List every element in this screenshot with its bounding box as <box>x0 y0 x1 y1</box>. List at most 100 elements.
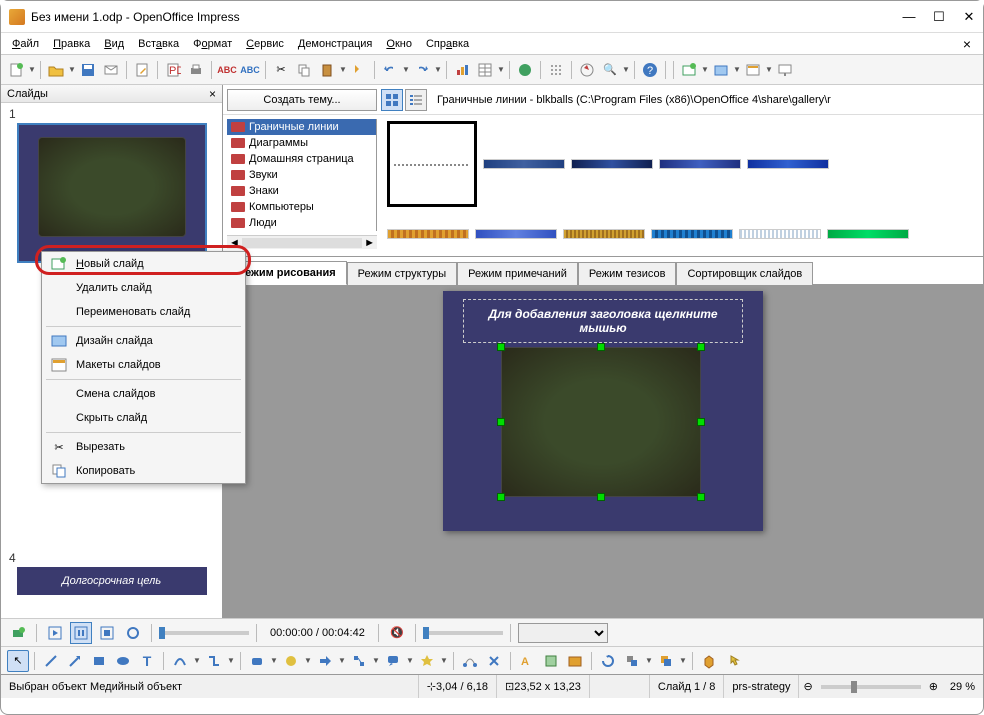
new-doc-dropdown[interactable]: ▼ <box>28 65 36 74</box>
gallery-item[interactable] <box>827 229 909 239</box>
category-border-lines[interactable]: Граничные линии <box>227 119 376 135</box>
category-diagrams[interactable]: Диаграммы <box>227 135 376 151</box>
gallery-item[interactable] <box>659 159 741 169</box>
resize-handle[interactable] <box>497 493 505 501</box>
align-dropdown[interactable]: ▼ <box>645 656 653 665</box>
slide-layout-dropdown[interactable]: ▼ <box>765 65 773 74</box>
ellipse-tool[interactable] <box>112 650 134 672</box>
navigator-button[interactable] <box>576 59 598 81</box>
menu-view[interactable]: Вид <box>97 35 131 53</box>
resize-handle[interactable] <box>497 418 505 426</box>
rotate-tool[interactable] <box>597 650 619 672</box>
save-button[interactable] <box>77 59 99 81</box>
ctx-delete-slide[interactable]: Удалить слайд <box>42 276 245 300</box>
gallery-item[interactable] <box>571 159 653 169</box>
media-pause-button[interactable] <box>70 622 92 644</box>
gallery-item[interactable] <box>483 159 565 169</box>
open-button[interactable] <box>45 59 67 81</box>
menu-tools[interactable]: Сервис <box>239 35 291 53</box>
block-arrows-dropdown[interactable]: ▼ <box>338 656 346 665</box>
slideshow-button[interactable] <box>774 59 796 81</box>
ctx-rename-slide[interactable]: Переименовать слайд <box>42 300 245 324</box>
points-tool[interactable] <box>459 650 481 672</box>
gallery-item[interactable] <box>739 229 821 239</box>
ctx-copy[interactable]: Копировать <box>42 459 245 483</box>
callouts-tool[interactable] <box>382 650 404 672</box>
pdf-export-button[interactable]: PDF <box>162 59 184 81</box>
block-arrows-tool[interactable] <box>314 650 336 672</box>
category-computers[interactable]: Компьютеры <box>227 199 376 215</box>
slide-title-placeholder[interactable]: Для добавления заголовка щелкните мышью <box>463 299 743 343</box>
menu-window[interactable]: Окно <box>379 35 419 53</box>
stars-tool[interactable] <box>416 650 438 672</box>
fontwork-tool[interactable]: A <box>516 650 538 672</box>
arrow-tool[interactable] <box>64 650 86 672</box>
select-tool[interactable]: ↖ <box>7 650 29 672</box>
slide-design-button[interactable] <box>710 59 732 81</box>
tab-handout[interactable]: Режим тезисов <box>578 262 677 285</box>
menu-slideshow[interactable]: Демонстрация <box>291 35 380 53</box>
slide-design-dropdown[interactable]: ▼ <box>733 65 741 74</box>
category-sounds[interactable]: Звуки <box>227 167 376 183</box>
category-scrollbar[interactable]: ◄► <box>227 235 377 249</box>
resize-handle[interactable] <box>697 493 705 501</box>
copy-button[interactable] <box>293 59 315 81</box>
menu-insert[interactable]: Вставка <box>131 35 186 53</box>
gallery-item[interactable] <box>387 229 469 239</box>
zoom-percent[interactable]: 29 % <box>942 675 983 698</box>
callouts-dropdown[interactable]: ▼ <box>406 656 414 665</box>
insert-slide-button[interactable] <box>678 59 700 81</box>
gallery-item-selected[interactable] <box>387 121 477 207</box>
category-signs[interactable]: Знаки <box>227 183 376 199</box>
resize-handle[interactable] <box>697 343 705 351</box>
cut-button[interactable]: ✂ <box>270 59 292 81</box>
paste-button[interactable] <box>316 59 338 81</box>
interaction-tool[interactable] <box>722 650 744 672</box>
curve-tool[interactable] <box>169 650 191 672</box>
zoom-in-button[interactable]: ⊕ <box>929 680 938 693</box>
table-dropdown[interactable]: ▼ <box>497 65 505 74</box>
ctx-slide-transition[interactable]: Смена слайдов <box>42 382 245 406</box>
insert-slide-dropdown[interactable]: ▼ <box>701 65 709 74</box>
resize-handle[interactable] <box>597 493 605 501</box>
tab-sorter[interactable]: Сортировщик слайдов <box>676 262 813 285</box>
hyperlink-button[interactable] <box>514 59 536 81</box>
connector-dropdown[interactable]: ▼ <box>227 656 235 665</box>
chart-button[interactable] <box>451 59 473 81</box>
resize-handle[interactable] <box>697 418 705 426</box>
basic-shapes-dropdown[interactable]: ▼ <box>270 656 278 665</box>
category-homepage[interactable]: Домашняя страница <box>227 151 376 167</box>
help-button[interactable]: ? <box>639 59 661 81</box>
media-play-button[interactable] <box>44 622 66 644</box>
gluepoints-tool[interactable] <box>483 650 505 672</box>
flowchart-tool[interactable] <box>348 650 370 672</box>
resize-handle[interactable] <box>497 343 505 351</box>
media-stop-button[interactable] <box>96 622 118 644</box>
media-position-slider[interactable] <box>159 631 249 635</box>
slide-thumbnail-1[interactable] <box>17 123 207 263</box>
slide-layout-button[interactable] <box>742 59 764 81</box>
close-button[interactable]: ✕ <box>963 11 975 23</box>
media-mute-button[interactable]: 🔇 <box>386 622 408 644</box>
format-paintbrush-button[interactable] <box>348 59 370 81</box>
symbol-shapes-dropdown[interactable]: ▼ <box>304 656 312 665</box>
zoom-button[interactable]: 🔍 <box>599 59 621 81</box>
menu-format[interactable]: Формат <box>186 35 239 53</box>
create-theme-button[interactable]: Создать тему... <box>227 89 377 111</box>
media-zoom-select[interactable] <box>518 623 608 643</box>
ctx-hide-slide[interactable]: Скрыть слайд <box>42 406 245 430</box>
menu-file[interactable]: Файл <box>5 35 46 53</box>
media-loop-button[interactable] <box>122 622 144 644</box>
gallery-icon-view-button[interactable] <box>381 89 403 111</box>
connector-tool[interactable] <box>203 650 225 672</box>
resize-handle[interactable] <box>597 343 605 351</box>
extrusion-tool[interactable] <box>698 650 720 672</box>
maximize-button[interactable]: ☐ <box>933 11 945 23</box>
ctx-slide-layouts[interactable]: Макеты слайдов <box>42 353 245 377</box>
category-people[interactable]: Люди <box>227 215 376 231</box>
grid-button[interactable] <box>545 59 567 81</box>
undo-dropdown[interactable]: ▼ <box>402 65 410 74</box>
flowchart-dropdown[interactable]: ▼ <box>372 656 380 665</box>
arrange-tool[interactable] <box>655 650 677 672</box>
table-button[interactable] <box>474 59 496 81</box>
